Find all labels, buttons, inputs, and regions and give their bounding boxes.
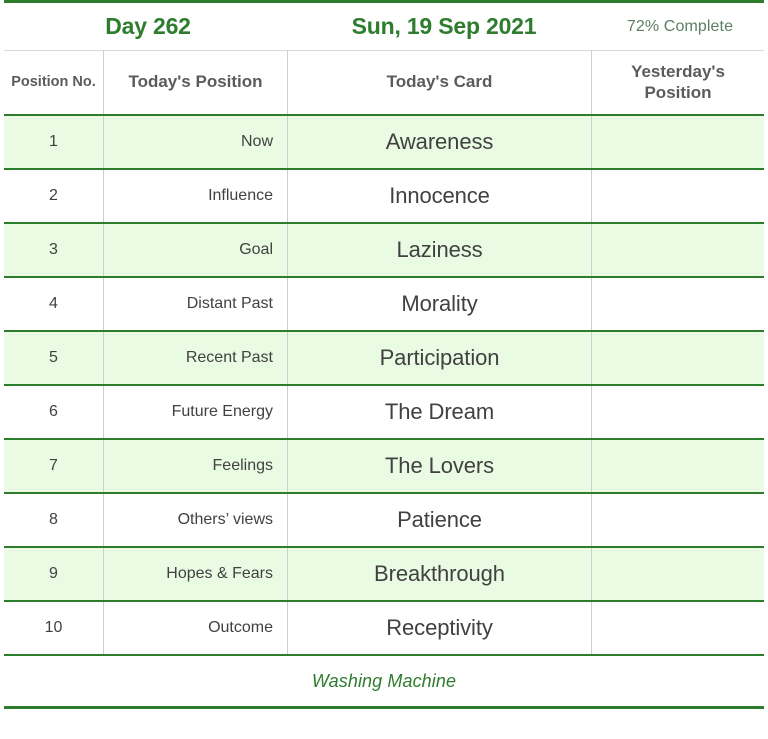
cell-todays-position: Distant Past xyxy=(104,278,288,330)
cell-todays-position: Influence xyxy=(104,170,288,222)
cell-todays-position: Future Energy xyxy=(104,386,288,438)
cell-todays-card: Morality xyxy=(288,278,592,330)
reading-sheet: Day 262 Sun, 19 Sep 2021 72% Complete Po… xyxy=(0,0,768,739)
day-counter-label: Day 262 xyxy=(105,13,191,39)
cell-todays-position: Now xyxy=(104,116,288,168)
cell-todays-card: Patience xyxy=(288,494,592,546)
table-row[interactable]: 2 Influence Innocence xyxy=(4,170,764,222)
table-row[interactable]: 4 Distant Past Morality xyxy=(4,278,764,330)
cell-position-no: 6 xyxy=(4,386,104,438)
table-row[interactable]: 7 Feelings The Lovers xyxy=(4,440,764,492)
cell-position-no: 1 xyxy=(4,116,104,168)
cell-position-no: 3 xyxy=(4,224,104,276)
cell-todays-card: Receptivity xyxy=(288,602,592,654)
cell-todays-position: Others’ views xyxy=(104,494,288,546)
table-header-row: Position No. Today's Position Today's Ca… xyxy=(4,51,764,114)
column-header-todays-card: Today's Card xyxy=(288,51,592,114)
cell-todays-position: Hopes & Fears xyxy=(104,548,288,600)
table-row[interactable]: 8 Others’ views Patience xyxy=(4,494,764,546)
cell-yesterdays-position xyxy=(592,386,764,438)
cell-todays-card: Innocence xyxy=(288,170,592,222)
cell-todays-card: Laziness xyxy=(288,224,592,276)
table-row[interactable]: 6 Future Energy The Dream xyxy=(4,386,764,438)
cell-yesterdays-position xyxy=(592,602,764,654)
cell-position-no: 9 xyxy=(4,548,104,600)
cell-todays-card: The Lovers xyxy=(288,440,592,492)
cell-yesterdays-position xyxy=(592,278,764,330)
title-band: Day 262 Sun, 19 Sep 2021 72% Complete xyxy=(4,3,764,50)
footer-band: Washing Machine xyxy=(4,656,764,706)
progress-label: 72% Complete xyxy=(626,17,734,35)
column-header-position-no: Position No. xyxy=(4,51,104,114)
cell-yesterdays-position xyxy=(592,224,764,276)
cell-yesterdays-position xyxy=(592,170,764,222)
cell-todays-card: Awareness xyxy=(288,116,592,168)
cell-todays-position: Outcome xyxy=(104,602,288,654)
cell-yesterdays-position xyxy=(592,332,764,384)
reading-date-label: Sun, 19 Sep 2021 xyxy=(351,13,537,39)
cell-todays-card: Participation xyxy=(288,332,592,384)
table-row[interactable]: 9 Hopes & Fears Breakthrough xyxy=(4,548,764,600)
cell-position-no: 7 xyxy=(4,440,104,492)
table-row[interactable]: 10 Outcome Receptivity xyxy=(4,602,764,654)
cell-position-no: 4 xyxy=(4,278,104,330)
table-row[interactable]: 1 Now Awareness xyxy=(4,116,764,168)
cell-todays-position: Goal xyxy=(104,224,288,276)
table-row[interactable]: 3 Goal Laziness xyxy=(4,224,764,276)
cell-position-no: 10 xyxy=(4,602,104,654)
cell-position-no: 5 xyxy=(4,332,104,384)
cell-yesterdays-position xyxy=(592,116,764,168)
cell-yesterdays-position xyxy=(592,440,764,492)
cell-position-no: 8 xyxy=(4,494,104,546)
column-header-todays-position: Today's Position xyxy=(104,51,288,114)
table-row[interactable]: 5 Recent Past Participation xyxy=(4,332,764,384)
cell-position-no: 2 xyxy=(4,170,104,222)
cell-todays-position: Recent Past xyxy=(104,332,288,384)
spread-name-label: Washing Machine xyxy=(311,670,457,691)
bottom-border-rule xyxy=(4,706,764,709)
cell-todays-position: Feelings xyxy=(104,440,288,492)
cell-yesterdays-position xyxy=(592,548,764,600)
cell-todays-card: The Dream xyxy=(288,386,592,438)
table-body: 1 Now Awareness 2 Influence Innocence 3 Goal Laz… xyxy=(4,116,764,656)
cell-yesterdays-position xyxy=(592,494,764,546)
cell-todays-card: Breakthrough xyxy=(288,548,592,600)
column-header-yesterdays-position: Yesterday's Position xyxy=(631,61,725,102)
